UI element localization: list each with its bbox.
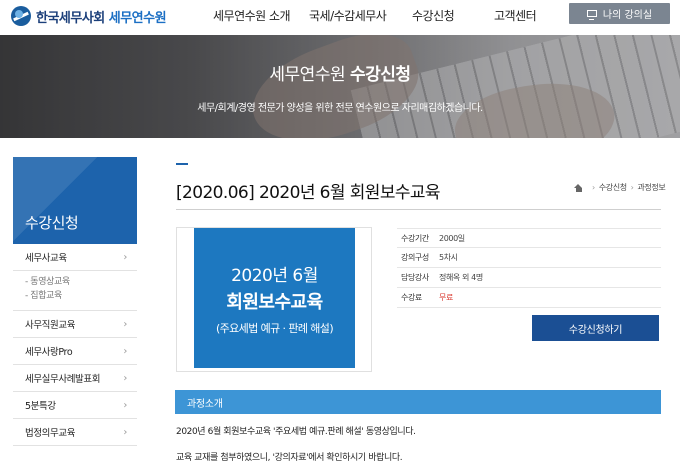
- my-classroom-button[interactable]: 나의 강의실: [569, 3, 670, 24]
- logo-text: 한국세무사회: [36, 10, 105, 26]
- sidebar-item-mandatory-edu[interactable]: 법정의무교육 ›: [13, 419, 137, 446]
- chevron-right-icon: ›: [123, 318, 127, 330]
- sidebar-title: 수강신청: [25, 214, 79, 232]
- nav-item-about[interactable]: 세무연수원 소개: [213, 7, 291, 24]
- course-thumbnail: 2020년 6월 회원보수교육 (주요세법 예규 · 판례 해설): [194, 228, 355, 368]
- apply-course-button[interactable]: 수강신청하기: [532, 315, 659, 341]
- nav-item-tax-accountant[interactable]: 국세/수감세무사: [309, 7, 387, 24]
- sidebar-item-tax-accountant-edu[interactable]: 세무사교육 ›: [13, 244, 137, 271]
- sidebar-header: 수강신청: [13, 157, 137, 244]
- title-divider: [176, 209, 661, 210]
- info-row-period: 수강기간 2000일: [397, 228, 661, 248]
- sidebar-menu: 세무사교육 › - 동영상교육 - 집합교육 사무직원교육 › 세무사랑Pro …: [13, 244, 137, 446]
- home-icon[interactable]: [574, 183, 583, 192]
- monitor-icon: [586, 10, 597, 20]
- nav-item-customer-center[interactable]: 고객센터: [494, 7, 537, 24]
- sidebar-item-staff-edu[interactable]: 사무직원교육 ›: [13, 311, 137, 338]
- course-info-table: 수강기간 2000일 강의구성 5차시 담당강사 정해옥 외 4명 수강료 무료: [397, 228, 661, 308]
- banner-title: 세무연수원 수강신청: [269, 65, 411, 85]
- chevron-right-icon: ›: [123, 426, 127, 438]
- banner-description: 세무/회계/경영 전문가 양성을 위한 전문 연수원으로 자리매김하겠습니다.: [197, 103, 483, 114]
- info-row-composition: 강의구성 5차시: [397, 248, 661, 268]
- title-accent-bar: [176, 163, 188, 165]
- info-row-fee: 수강료 무료: [397, 288, 661, 308]
- page-banner: 세무연수원 수강신청 세무/회계/경영 전문가 양성을 위한 전문 연수원으로 …: [0, 35, 680, 138]
- chevron-right-icon: ›: [123, 372, 127, 384]
- site-header: 한국세무사회 세무연수원 세무연수원 소개 국세/수감세무사 수강신청 고객센터…: [0, 0, 680, 35]
- course-intro-header: 과정소개: [175, 390, 661, 414]
- breadcrumb-item-enrollment[interactable]: 수강신청: [599, 182, 627, 193]
- chevron-right-icon: ›: [123, 345, 127, 357]
- chevron-right-icon: ›: [123, 251, 127, 263]
- my-classroom-label: 나의 강의실: [602, 10, 653, 21]
- logo-subtext: 세무연수원: [108, 10, 167, 26]
- sidebar-item-case-presentation[interactable]: 세무실무사례발표회 ›: [13, 365, 137, 392]
- sidebar-item-5min-lecture[interactable]: 5분특강 ›: [13, 392, 137, 419]
- logo-icon: [11, 6, 31, 26]
- info-row-instructor: 담당강사 정해옥 외 4명: [397, 268, 661, 288]
- breadcrumb-item-course-info: 과정정보: [637, 183, 666, 192]
- thumbnail-line-3: (주요세법 예규 · 판례 해설): [215, 322, 334, 335]
- intro-text-line-1: 2020년 6월 회원보수교육 '주요세법 예규.판례 해설' 동영상입니다.: [176, 427, 416, 437]
- sidebar-subitem-video[interactable]: - 동영상교육: [25, 275, 137, 289]
- nav-item-enrollment[interactable]: 수강신청: [412, 7, 455, 24]
- sidebar-item-semusarang-pro[interactable]: 세무사랑Pro ›: [13, 338, 137, 365]
- thumbnail-line-2: 회원보수교육: [226, 292, 323, 313]
- thumbnail-line-1: 2020년 6월: [231, 266, 318, 286]
- chevron-right-icon: ›: [123, 399, 127, 411]
- sidebar-submenu: - 동영상교육 - 집합교육: [13, 271, 137, 311]
- sidebar-subitem-group[interactable]: - 집합교육: [25, 289, 137, 303]
- page-title: [2020.06] 2020년 6월 회원보수교육: [176, 183, 441, 203]
- site-logo[interactable]: 한국세무사회 세무연수원: [11, 6, 167, 26]
- intro-text-line-2: 교육 교재를 첨부하였으니, '강의자료'에서 확인하시기 바랍니다.: [176, 453, 403, 463]
- breadcrumb: › 수강신청 › 과정정보: [574, 182, 666, 193]
